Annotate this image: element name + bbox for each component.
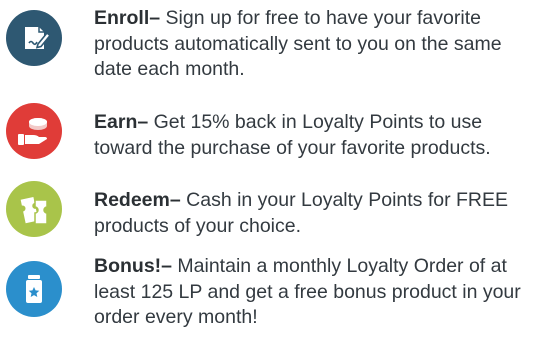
enroll-badge — [6, 10, 62, 66]
earn-text: Earn– Get 15% back in Loyalty Points to … — [94, 110, 531, 161]
earn-description: Get 15% back in Loyalty Points to use to… — [94, 111, 491, 159]
step-bonus: Bonus!– Maintain a monthly Loyalty Order… — [6, 250, 531, 330]
product-bottle-icon — [26, 275, 42, 303]
document-pen-icon — [25, 27, 52, 49]
step-redeem: Redeem– Cash in your Loyalty Points for … — [6, 172, 531, 252]
hand-coin-icon — [18, 118, 47, 145]
enroll-text: Enroll– Sign up for free to have your fa… — [94, 6, 531, 83]
redeem-text: Redeem– Cash in your Loyalty Points for … — [94, 188, 531, 239]
bonus-title: Bonus!– — [94, 255, 172, 277]
step-earn: Earn– Get 15% back in Loyalty Points to … — [6, 94, 531, 174]
earn-badge — [6, 103, 62, 159]
bonus-text: Bonus!– Maintain a monthly Loyalty Order… — [94, 254, 531, 331]
redeem-badge — [6, 181, 62, 237]
earn-title: Earn– — [94, 111, 149, 133]
redeem-title: Redeem– — [94, 189, 181, 211]
tickets-icon — [20, 197, 48, 225]
enroll-title: Enroll– — [94, 7, 161, 29]
step-enroll: Enroll– Sign up for free to have your fa… — [6, 2, 531, 82]
bonus-badge — [6, 261, 62, 317]
